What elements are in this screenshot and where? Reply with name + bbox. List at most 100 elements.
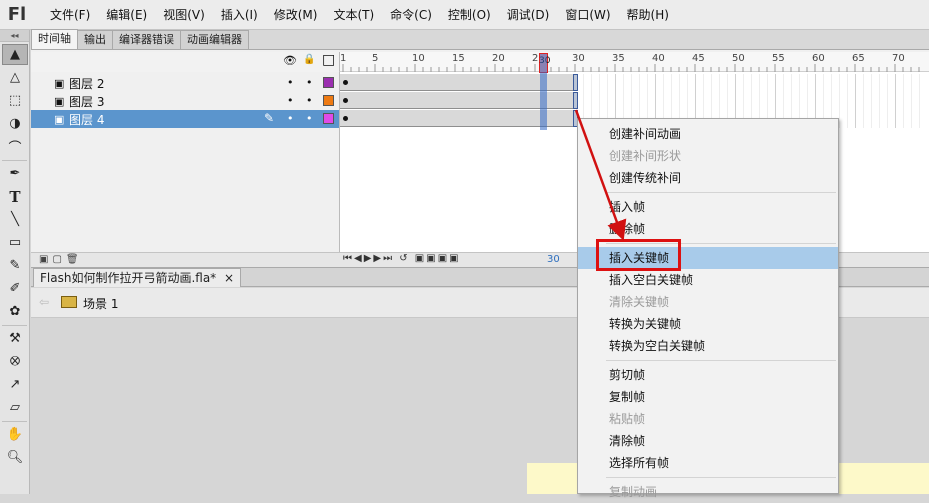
menu-item-insert-frame[interactable]: 插入帧 bbox=[578, 196, 838, 218]
scene-label[interactable]: 场景 1 bbox=[83, 295, 118, 312]
menu-item-select-all-frames[interactable]: 选择所有帧 bbox=[578, 452, 838, 474]
layer-row-selected[interactable]: ▣ 图层 4 ✎ • • bbox=[31, 110, 339, 128]
selection-tool-icon[interactable]: ▲ bbox=[2, 44, 28, 65]
collapse-tools-button[interactable]: ◂◂ bbox=[0, 30, 29, 42]
bone-tool-icon[interactable]: ⚒ bbox=[2, 328, 28, 349]
layer-row[interactable]: ▣ 图层 3 • • bbox=[31, 92, 339, 110]
visibility-dot[interactable]: • bbox=[287, 112, 294, 125]
playback-controls[interactable]: ⏮◀▶▶⏭ ↺ ▣▣▣▣ bbox=[343, 253, 461, 264]
visibility-dot[interactable]: • bbox=[287, 94, 294, 107]
menu-item-cut-frames[interactable]: 剪切帧 bbox=[578, 364, 838, 386]
menu-item-insert-blank-keyframe[interactable]: 插入空白关键帧 bbox=[578, 269, 838, 291]
menu-item-copy-frames[interactable]: 复制帧 bbox=[578, 386, 838, 408]
text-tool-icon[interactable]: T bbox=[2, 186, 28, 207]
menu-separator bbox=[606, 477, 836, 478]
subselection-tool-icon[interactable]: △ bbox=[2, 67, 28, 88]
menu-commands[interactable]: 命令(C) bbox=[382, 0, 440, 30]
menu-insert[interactable]: 插入(I) bbox=[213, 0, 266, 30]
show-hide-all-icon[interactable]: 👁 bbox=[283, 54, 297, 67]
keyframe-dot[interactable] bbox=[343, 80, 348, 85]
lock-all-icon[interactable]: 🔒 bbox=[303, 54, 315, 65]
line-tool-icon[interactable]: ╲ bbox=[2, 209, 28, 230]
ruler-label: 60 bbox=[812, 53, 825, 64]
lock-dot[interactable]: • bbox=[306, 112, 313, 125]
rectangle-tool-icon[interactable]: ▭ bbox=[2, 232, 28, 253]
keyframe-30[interactable] bbox=[573, 74, 578, 91]
menu-text[interactable]: 文本(T) bbox=[325, 0, 382, 30]
ruler-label: 45 bbox=[692, 53, 705, 64]
eraser-tool-icon[interactable]: ▱ bbox=[2, 397, 28, 418]
flash-logo: Fl bbox=[7, 4, 27, 25]
tool-divider bbox=[2, 160, 27, 161]
menu-item-create-classic-tween[interactable]: 创建传统补间 bbox=[578, 167, 838, 189]
lock-dot[interactable]: • bbox=[306, 94, 313, 107]
back-arrow-icon[interactable]: ⇦ bbox=[39, 295, 49, 309]
frame-row[interactable] bbox=[340, 74, 929, 92]
menu-view[interactable]: 视图(V) bbox=[155, 0, 213, 30]
menu-item-create-motion-tween[interactable]: 创建补间动画 bbox=[578, 123, 838, 145]
menu-control[interactable]: 控制(O) bbox=[440, 0, 499, 30]
menu-bar: Fl 文件(F) 编辑(E) 视图(V) 插入(I) 修改(M) 文本(T) 命… bbox=[0, 0, 929, 30]
3d-rotation-tool-icon[interactable]: ◑ bbox=[2, 113, 28, 134]
layer-name: 图层 4 bbox=[69, 113, 105, 127]
ruler-label: 70 bbox=[892, 53, 905, 64]
menu-item-clear-keyframe[interactable]: 清除关键帧 bbox=[578, 291, 838, 313]
menu-item-create-shape-tween[interactable]: 创建补间形状 bbox=[578, 145, 838, 167]
menu-item-convert-to-keyframe[interactable]: 转换为关键帧 bbox=[578, 313, 838, 335]
lasso-tool-icon[interactable]: ⌒ bbox=[2, 136, 28, 157]
frame-grid-line bbox=[887, 74, 888, 128]
free-transform-tool-icon[interactable]: ⬚ bbox=[2, 90, 28, 111]
menu-item-convert-to-blank-keyframe[interactable]: 转换为空白关键帧 bbox=[578, 335, 838, 357]
keyframe-30[interactable] bbox=[573, 92, 578, 109]
frame-grid-line bbox=[839, 74, 840, 128]
ruler-label: 1 bbox=[340, 53, 347, 64]
tool-divider bbox=[2, 325, 27, 326]
layer-icon: ▣ bbox=[54, 113, 65, 126]
layer-color-swatch[interactable] bbox=[323, 77, 334, 88]
outline-all-icon[interactable]: □ bbox=[322, 52, 335, 68]
ruler-label: 30 bbox=[572, 53, 585, 64]
ruler-label: 10 bbox=[412, 53, 425, 64]
panel-tabbar: 时间轴 输出 编译器错误 动画编辑器 bbox=[31, 29, 929, 50]
menu-item-clear-frames[interactable]: 清除帧 bbox=[578, 430, 838, 452]
menu-window[interactable]: 窗口(W) bbox=[557, 0, 618, 30]
tab-compiler-errors[interactable]: 编译器错误 bbox=[112, 30, 181, 49]
menu-modify[interactable]: 修改(M) bbox=[266, 0, 326, 30]
tools-panel: ◂◂ ▲ △ ⬚ ◑ ⌒ ✒ T ╲ ▭ ✎ ✐ ✿ ⚒ ⭙ ↗ ▱ ✋ 🔍︎ bbox=[0, 30, 30, 494]
close-icon[interactable]: × bbox=[224, 271, 234, 285]
menu-item-paste-frames[interactable]: 粘贴帧 bbox=[578, 408, 838, 430]
document-tab[interactable]: Flash如何制作拉开弓箭动画.fla* × bbox=[33, 268, 242, 287]
deco-tool-icon[interactable]: ✿ bbox=[2, 301, 28, 322]
hand-tool-icon[interactable]: ✋ bbox=[2, 424, 28, 445]
pencil-tool-icon[interactable]: ✎ bbox=[2, 255, 28, 276]
menu-item-copy-motion[interactable]: 复制动画 bbox=[578, 481, 838, 503]
tab-timeline[interactable]: 时间轴 bbox=[31, 29, 78, 49]
tab-motion-editor[interactable]: 动画编辑器 bbox=[180, 30, 249, 49]
zoom-tool-icon[interactable]: 🔍︎ bbox=[2, 447, 28, 468]
menu-help[interactable]: 帮助(H) bbox=[619, 0, 677, 30]
frame-row[interactable] bbox=[340, 92, 929, 110]
layer-color-swatch[interactable] bbox=[323, 113, 334, 124]
layer-actions[interactable]: ▣▢🗑︎ bbox=[39, 254, 83, 265]
layer-name: 图层 3 bbox=[69, 95, 105, 109]
keyframe-dot[interactable] bbox=[343, 98, 348, 103]
keyframe-dot[interactable] bbox=[343, 116, 348, 121]
layer-row[interactable]: ▣ 图层 2 • • bbox=[31, 74, 339, 92]
pen-tool-icon[interactable]: ✒ bbox=[2, 163, 28, 184]
ruler-label: 40 bbox=[652, 53, 665, 64]
frame-grid-line bbox=[903, 74, 904, 128]
menu-file[interactable]: 文件(F) bbox=[42, 0, 98, 30]
menu-debug[interactable]: 调试(D) bbox=[499, 0, 558, 30]
eyedropper-tool-icon[interactable]: ↗ bbox=[2, 374, 28, 395]
tool-divider bbox=[2, 421, 27, 422]
ruler-label: 55 bbox=[772, 53, 785, 64]
frame-ruler[interactable]: 1510152025303540455055606570 bbox=[339, 52, 929, 72]
layer-color-swatch[interactable] bbox=[323, 95, 334, 106]
paint-bucket-tool-icon[interactable]: ⭙ bbox=[2, 351, 28, 372]
brush-tool-icon[interactable]: ✐ bbox=[2, 278, 28, 299]
visibility-dot[interactable]: • bbox=[287, 76, 294, 89]
menu-edit[interactable]: 编辑(E) bbox=[98, 0, 155, 30]
tab-output[interactable]: 输出 bbox=[77, 30, 113, 49]
menu-item-delete-frame[interactable]: 删除帧 bbox=[578, 218, 838, 240]
lock-dot[interactable]: • bbox=[306, 76, 313, 89]
